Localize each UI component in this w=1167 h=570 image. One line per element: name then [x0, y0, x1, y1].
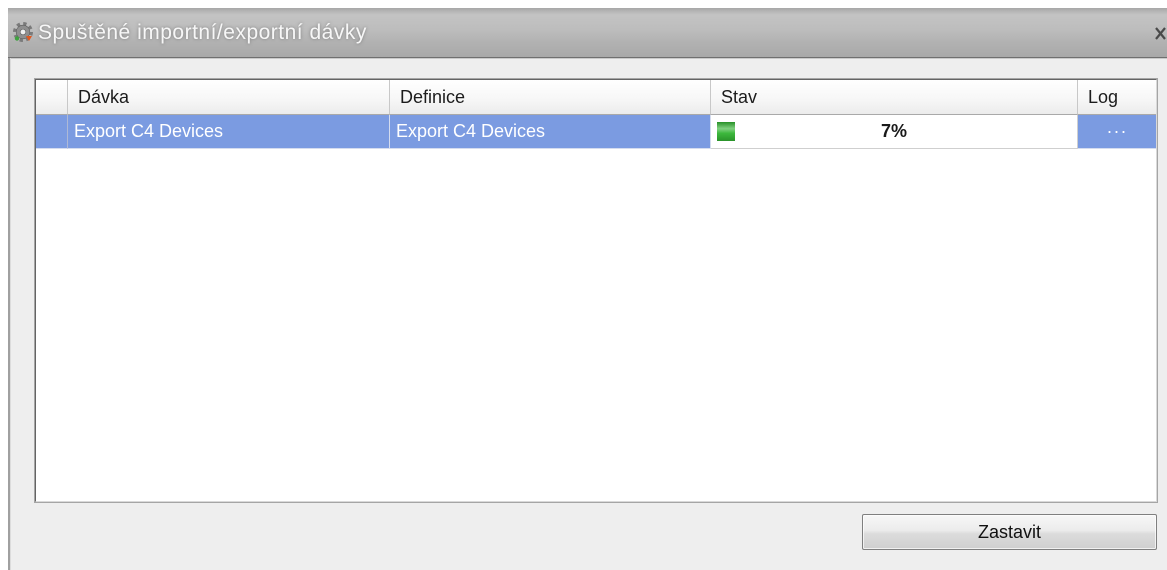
table-row[interactable]: Export C4 Devices Export C4 Devices 7% ·… — [36, 115, 1156, 149]
column-header-log[interactable]: Log — [1078, 80, 1156, 115]
column-header-davka[interactable]: Dávka — [68, 80, 390, 115]
grid-viewport: Dávka Definice Stav Log Export C4 Device… — [35, 79, 1157, 502]
davka-cell[interactable]: Export C4 Devices — [68, 115, 390, 149]
close-button[interactable] — [1154, 26, 1167, 41]
grid-header: Dávka Definice Stav Log — [36, 80, 1156, 115]
window-title: Spuštěné importní/exportní dávky — [38, 21, 367, 44]
batch-runs-dialog: Spuštěné importní/exportní dávky Dávka D… — [8, 8, 1167, 570]
column-header-definice[interactable]: Definice — [390, 80, 711, 115]
stop-button[interactable]: Zastavit — [862, 514, 1157, 550]
progress-label: 7% — [880, 121, 907, 141]
grid-empty-area — [36, 149, 1156, 501]
log-cell[interactable]: ··· — [1078, 115, 1156, 149]
gear-icon — [13, 22, 33, 42]
column-header-stav[interactable]: Stav — [711, 80, 1078, 115]
stav-cell[interactable]: 7% — [711, 115, 1078, 149]
row-indicator-cell[interactable] — [36, 115, 68, 149]
dialog-body: Dávka Definice Stav Log Export C4 Device… — [8, 58, 1167, 570]
close-icon — [1155, 27, 1166, 40]
column-header-row-indicator — [36, 80, 68, 115]
title-bar[interactable]: Spuštěné importní/exportní dávky — [8, 8, 1167, 58]
definice-cell[interactable]: Export C4 Devices — [390, 115, 711, 149]
screen: Spuštěné importní/exportní dávky Dávka D… — [0, 0, 1167, 570]
batch-grid: Dávka Definice Stav Log Export C4 Device… — [34, 78, 1158, 503]
log-ellipsis-button[interactable]: ··· — [1107, 121, 1128, 141]
